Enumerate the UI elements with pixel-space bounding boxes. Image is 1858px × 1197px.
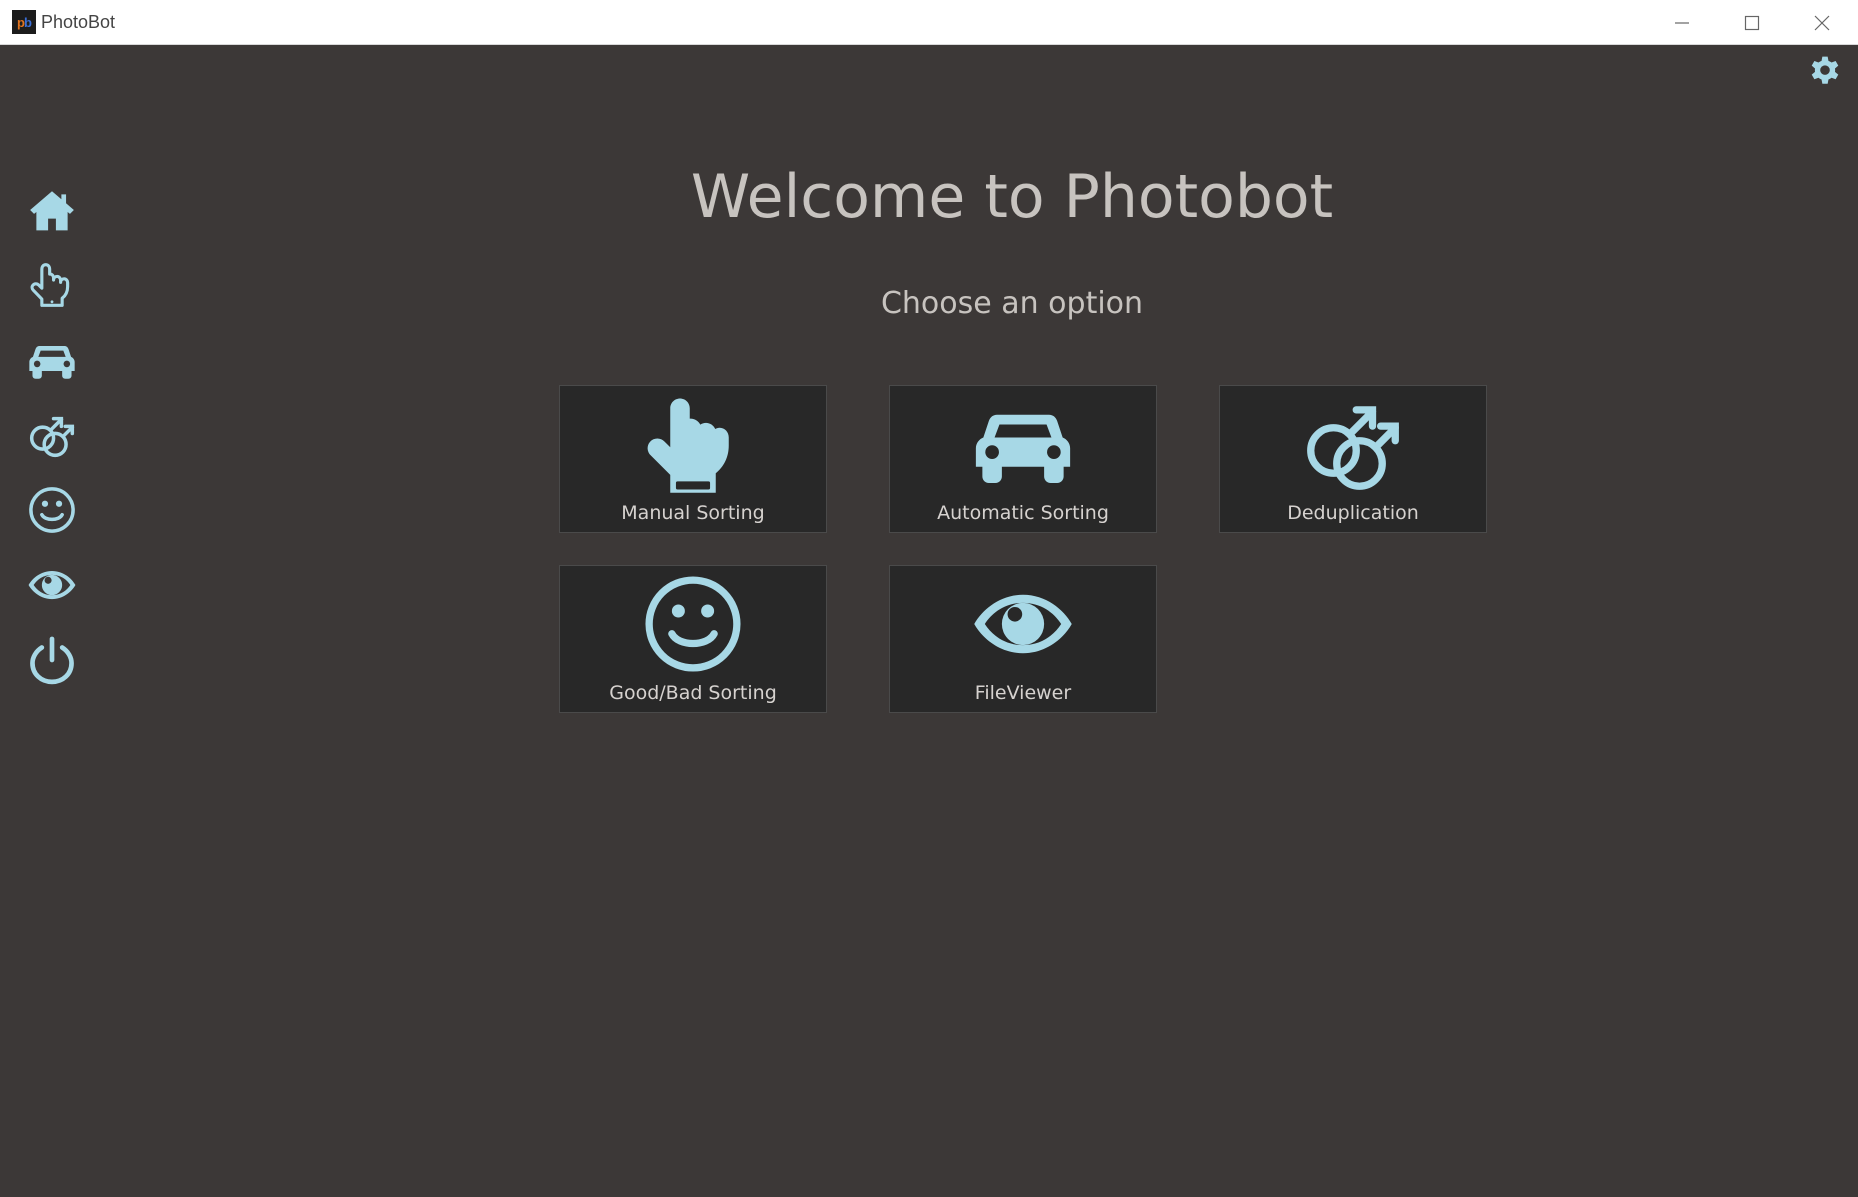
title-bar: pb PhotoBot [0, 0, 1858, 45]
tile-label: FileViewer [974, 682, 1072, 704]
page-title: Welcome to Photobot [690, 162, 1334, 232]
minimize-button[interactable] [1647, 0, 1717, 45]
window-title: PhotoBot [41, 12, 116, 32]
smiley-icon [638, 572, 748, 676]
settings-button[interactable] [1805, 52, 1845, 92]
car-icon [968, 392, 1078, 496]
tile-label: Manual Sorting [621, 502, 765, 524]
tile-good-bad-sorting[interactable]: Good/Bad Sorting [559, 565, 827, 713]
power-icon [27, 635, 77, 685]
double-mars-icon [27, 410, 77, 460]
gear-icon [1808, 55, 1842, 89]
tile-label: Automatic Sorting [937, 502, 1109, 524]
tile-label: Deduplication [1287, 502, 1419, 524]
tile-deduplication[interactable]: Deduplication [1219, 385, 1487, 533]
maximize-button[interactable] [1717, 0, 1787, 45]
double-mars-icon [1298, 392, 1408, 496]
tile-fileviewer[interactable]: FileViewer [889, 565, 1157, 713]
sidebar-item-good-bad-sorting[interactable] [20, 478, 84, 542]
eye-icon [968, 572, 1078, 676]
sidebar-item-power[interactable] [20, 628, 84, 692]
minimize-icon [1675, 21, 1689, 24]
eye-icon [27, 560, 77, 610]
tile-manual-sorting[interactable]: Manual Sorting [559, 385, 827, 533]
car-icon [27, 335, 77, 385]
tile-automatic-sorting[interactable]: Automatic Sorting [889, 385, 1157, 533]
close-icon [1814, 15, 1830, 30]
sidebar-item-deduplication[interactable] [20, 403, 84, 467]
sidebar-item-fileviewer[interactable] [20, 553, 84, 617]
page-subtitle: Choose an option [880, 286, 1144, 321]
pointing-hand-icon [647, 398, 729, 493]
sidebar-item-automatic-sorting[interactable] [20, 328, 84, 392]
app-logo: pb [12, 10, 36, 34]
maximize-icon [1744, 15, 1760, 30]
tile-label: Good/Bad Sorting [609, 682, 777, 704]
smiley-icon [27, 485, 77, 535]
close-button[interactable] [1787, 0, 1857, 45]
